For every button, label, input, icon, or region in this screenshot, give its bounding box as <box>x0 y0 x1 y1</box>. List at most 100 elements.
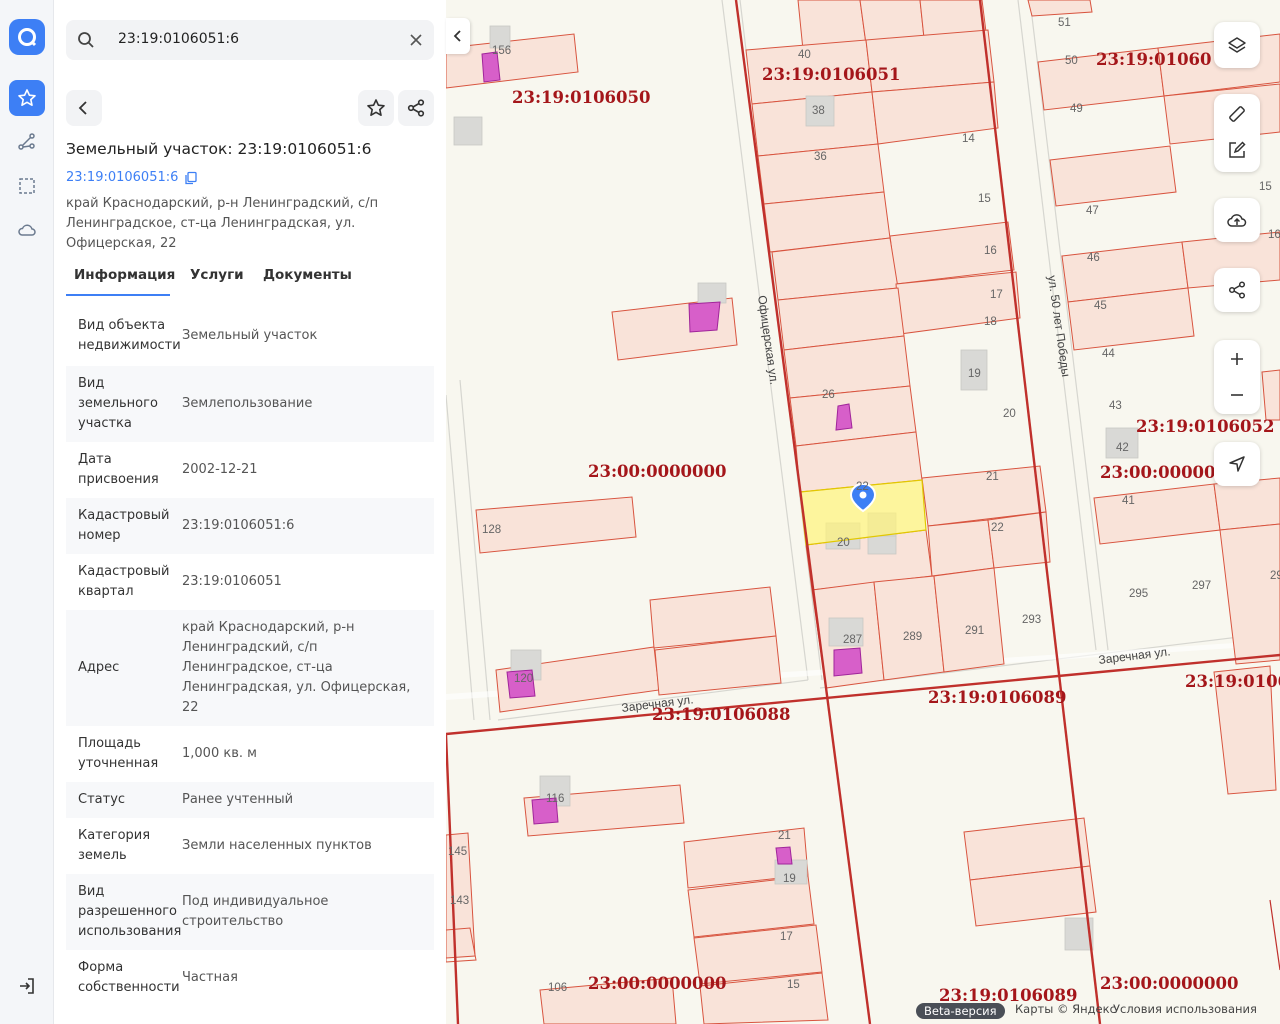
parcel-number: 287 <box>843 634 862 646</box>
favorites-rail-button[interactable] <box>9 80 45 116</box>
ruler-icon <box>1229 106 1245 122</box>
map-copyright[interactable]: Карты © Яндекс <box>1015 1002 1116 1018</box>
table-row: Категория земель Земли населенных пунктов <box>66 818 434 874</box>
terms-link[interactable]: Условия использования <box>1113 1002 1257 1018</box>
selection-icon <box>19 178 35 194</box>
login-icon <box>20 978 34 994</box>
share-button[interactable] <box>398 90 434 126</box>
cadastral-link[interactable]: 23:19:0106051:6 <box>66 170 198 185</box>
chevron-left-icon <box>78 101 87 115</box>
parcel-number: 17 <box>990 289 1003 301</box>
table-row: Адрес край Краснодарский, р-н Ленинградск… <box>66 610 434 726</box>
parcel-number: 21 <box>986 471 999 483</box>
tab-bar: Информация Услуги Документы <box>66 264 434 296</box>
share-icon <box>407 99 425 117</box>
collapse-panel-button[interactable] <box>446 18 470 54</box>
row-value: 23:19:0106051:6 <box>182 518 295 533</box>
parcel-number: 15 <box>787 979 800 991</box>
row-value: Частная <box>182 970 238 985</box>
parcel-number: 40 <box>798 49 811 61</box>
table-row: Вид разрешенного использования Под индиви… <box>66 874 434 950</box>
parcel-number: 297 <box>1192 580 1211 592</box>
zoom-out-button[interactable] <box>1214 377 1260 413</box>
row-value: 2002-12-21 <box>182 462 258 477</box>
parcel-number: 156 <box>492 45 511 57</box>
close-icon[interactable] <box>406 30 426 54</box>
row-key: Кадастровый номер <box>78 508 170 543</box>
parcel-number: 50 <box>1065 55 1078 67</box>
parcel-number: 44 <box>1102 348 1115 360</box>
table-row: Форма собственности Частная <box>66 950 434 1006</box>
parcel-number: 42 <box>1116 442 1129 454</box>
route-rail-button[interactable] <box>9 124 45 160</box>
tab-services[interactable]: Услуги <box>190 264 244 296</box>
cloud-rail-button[interactable] <box>9 212 45 248</box>
row-key: Адрес <box>78 660 120 675</box>
favorite-button[interactable] <box>358 90 394 126</box>
parcel-number: 22 <box>991 522 1004 534</box>
info-panel: 23:19:0106051:6 Земельный участок: 23:19… <box>54 0 446 1024</box>
parcel-number: 45 <box>1094 300 1107 312</box>
row-key: Дата присвоения <box>78 452 159 487</box>
parcel-number: 15 <box>1259 181 1272 193</box>
parcel-number: 289 <box>903 631 922 643</box>
edit-button[interactable] <box>1214 132 1260 168</box>
geolocation-button[interactable] <box>1214 442 1260 486</box>
parcel-number: 20 <box>1003 408 1016 420</box>
row-value: Под индивидуальное строительство <box>182 894 329 929</box>
geolocation-control <box>1214 442 1260 486</box>
star-icon <box>18 89 36 106</box>
tab-information[interactable]: Информация <box>66 264 175 296</box>
parcel-number: 18 <box>984 316 997 328</box>
app-logo-icon[interactable] <box>9 19 45 55</box>
area-select-rail-button[interactable] <box>9 168 45 204</box>
row-value: Ранее учтенный <box>182 792 294 807</box>
info-table: Вид объекта недвижимости Земельный участо… <box>66 306 434 1006</box>
search-icon <box>76 30 96 54</box>
parcel-number: 291 <box>965 625 984 637</box>
cadastral-map[interactable]: 156 40 38 36 14 15 16 17 18 19 20 26 22 … <box>446 0 1280 1024</box>
parcel-number: 38 <box>812 105 825 117</box>
parcel-number: 20 <box>837 537 850 549</box>
parcel-number: 36 <box>814 151 827 163</box>
cadastral-number-link[interactable]: 23:19:0106051:6 <box>66 170 178 185</box>
object-title: Земельный участок: 23:19:0106051:6 <box>66 140 372 158</box>
upload-button[interactable] <box>1214 198 1260 242</box>
cloud-upload-icon <box>1227 214 1247 227</box>
beta-badge: Beta-версия <box>916 1003 1005 1019</box>
parcel-number: 51 <box>1058 17 1071 29</box>
parcel-number: 143 <box>450 895 469 907</box>
search-bar[interactable]: 23:19:0106051:6 <box>66 20 434 60</box>
table-row: Статус Ранее учтенный <box>66 782 434 818</box>
navigation-arrow-icon <box>1229 456 1245 472</box>
quarter-label: 23:19:0106089 <box>928 688 1066 707</box>
row-value: 1,000 кв. м <box>182 746 257 761</box>
parcel-number: 128 <box>482 524 501 536</box>
star-icon <box>367 99 385 116</box>
layers-icon <box>1228 37 1246 53</box>
back-button[interactable] <box>66 90 102 126</box>
login-rail-button[interactable] <box>9 968 45 1004</box>
zoom-in-button[interactable] <box>1214 341 1260 377</box>
layers-button[interactable] <box>1214 22 1260 68</box>
layers-control <box>1214 22 1260 68</box>
map-share-button[interactable] <box>1214 268 1260 312</box>
parcel-number: 14 <box>962 133 975 145</box>
quarter-label: 23:19:0106050 <box>512 88 650 107</box>
row-value: Землепользование <box>182 396 313 411</box>
ruler-button[interactable] <box>1214 96 1260 132</box>
quarter-label: 23:00:0000000 <box>588 974 726 993</box>
quarter-label: 23:19:0106052 <box>1136 417 1274 436</box>
table-row: Кадастровый квартал 23:19:0106051 <box>66 554 434 610</box>
parcel-number: 106 <box>548 982 567 994</box>
parcel-number: 16 <box>984 245 997 257</box>
plus-icon <box>1231 353 1243 365</box>
parcel-number: 47 <box>1086 205 1099 217</box>
parcel-number: 49 <box>1070 103 1083 115</box>
tab-documents[interactable]: Документы <box>263 264 352 296</box>
table-row: Кадастровый номер 23:19:0106051:6 <box>66 498 434 554</box>
map-canvas[interactable]: 156 40 38 36 14 15 16 17 18 19 20 26 22 … <box>446 0 1280 1024</box>
search-input[interactable]: 23:19:0106051:6 <box>118 31 239 47</box>
row-key: Площадь уточненная <box>78 736 159 771</box>
street-label: Заречная ул. <box>1098 644 1171 667</box>
